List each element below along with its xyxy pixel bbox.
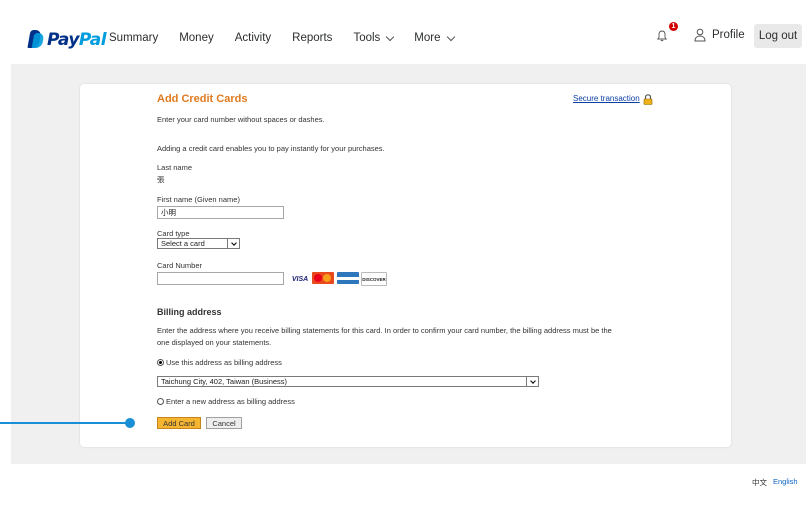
language-chinese-link[interactable]: 中文 xyxy=(752,477,767,488)
nav-money[interactable]: Money xyxy=(179,32,214,44)
last-name-value: 張 xyxy=(157,175,165,184)
last-name-label: Last name xyxy=(157,163,193,172)
chevron-down-icon xyxy=(227,239,239,248)
use-address-label[interactable]: Use this address as billing address xyxy=(166,358,282,367)
address-select[interactable]: Taichung City, 402, Taiwan (Business) xyxy=(157,376,539,387)
new-address-label[interactable]: Enter a new address as billing address xyxy=(166,397,295,406)
nav-reports[interactable]: Reports xyxy=(292,32,332,44)
discover-icon: DISCOVER xyxy=(361,272,387,286)
nav-tools[interactable]: Tools xyxy=(353,32,395,44)
language-english-link[interactable]: English xyxy=(773,477,798,486)
radio-new-address[interactable] xyxy=(157,398,164,405)
page: PayPal Summary Money Activity Reports To… xyxy=(0,0,806,513)
chevron-down-icon xyxy=(446,32,455,41)
radio-use-existing-address[interactable] xyxy=(157,359,164,366)
billing-description-line2: one displayed on your statements. xyxy=(157,338,272,347)
top-header: PayPal Summary Money Activity Reports To… xyxy=(11,12,806,64)
cancel-button[interactable]: Cancel xyxy=(206,417,242,429)
bell-icon[interactable] xyxy=(656,30,668,42)
paypal-logo[interactable]: PayPal xyxy=(27,28,107,52)
billing-description-line1: Enter the address where you receive bill… xyxy=(157,326,612,335)
first-name-label: First name (Given name) xyxy=(157,195,240,204)
add-card-button[interactable]: Add Card xyxy=(157,417,201,429)
chevron-down-icon xyxy=(386,32,395,41)
notification-badge: 1 xyxy=(669,22,678,31)
pointer-line xyxy=(0,422,126,424)
user-icon[interactable] xyxy=(694,28,706,42)
card-number-input[interactable] xyxy=(157,272,284,285)
amex-icon xyxy=(337,272,359,284)
chevron-down-icon xyxy=(526,377,538,386)
secure-transaction-link[interactable]: Secure transaction xyxy=(573,94,640,103)
nav-more[interactable]: More xyxy=(414,32,455,44)
paypal-logo-text: PayPal xyxy=(47,30,107,50)
nav-activity[interactable]: Activity xyxy=(235,32,271,44)
paypal-logo-icon xyxy=(27,30,45,50)
main-nav: Summary Money Activity Reports Tools Mor… xyxy=(109,12,475,64)
pointer-dot xyxy=(125,418,135,428)
card-type-select[interactable]: Select a card xyxy=(157,238,240,249)
page-title: Add Credit Cards xyxy=(157,93,248,105)
nav-summary[interactable]: Summary xyxy=(109,32,158,44)
mastercard-icon xyxy=(312,272,334,284)
lock-icon xyxy=(643,92,653,105)
instruction-text: Enter your card number without spaces or… xyxy=(157,115,325,124)
card-type-label: Card type xyxy=(157,229,190,238)
profile-link[interactable]: Profile xyxy=(712,29,745,41)
info-text: Adding a credit card enables you to pay … xyxy=(157,144,385,153)
billing-address-heading: Billing address xyxy=(157,307,222,317)
first-name-input[interactable]: 小明 xyxy=(157,206,284,219)
logout-button[interactable]: Log out xyxy=(754,24,802,48)
visa-icon: VISA xyxy=(291,275,309,283)
footer xyxy=(11,464,806,495)
card-number-label: Card Number xyxy=(157,261,203,270)
